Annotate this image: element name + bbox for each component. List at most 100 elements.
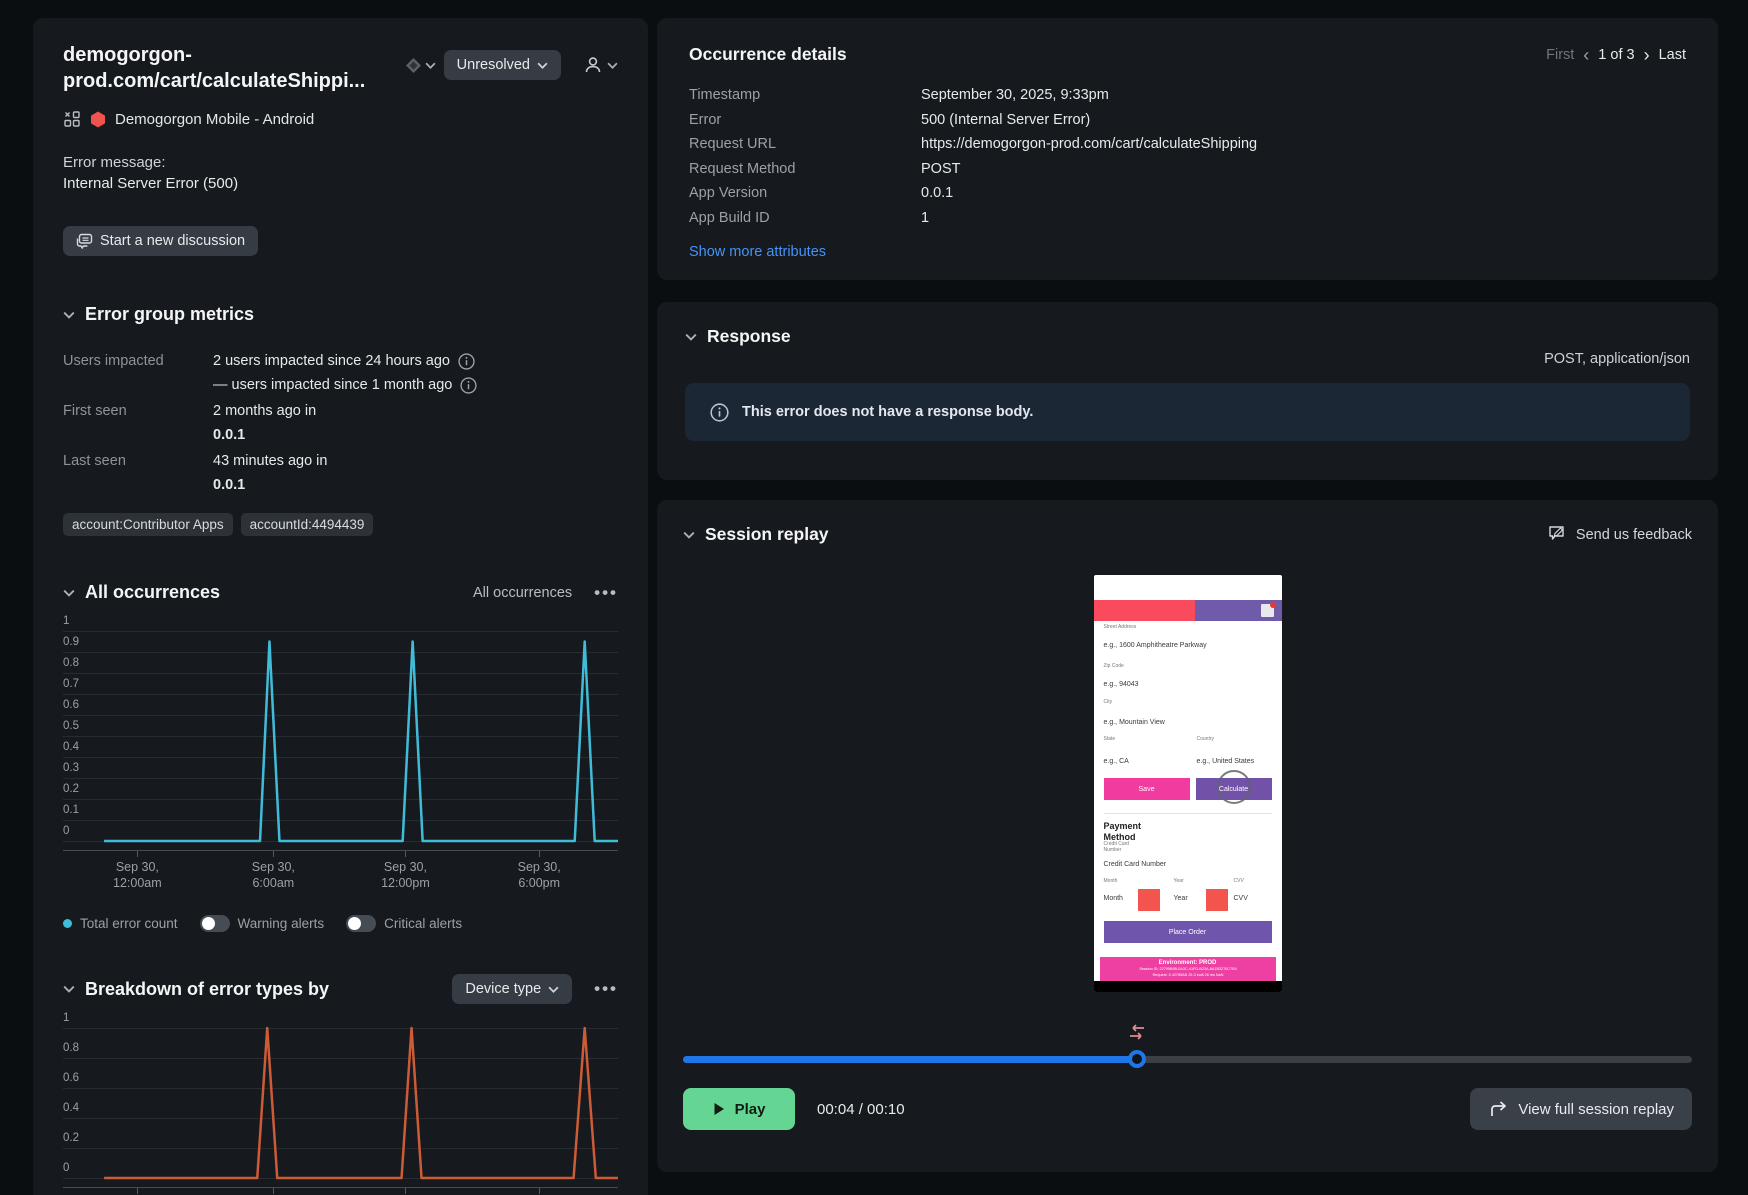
place-order-button-replay: Place Order — [1103, 921, 1272, 943]
month-swatch — [1137, 889, 1160, 911]
pagination-counter: 1 of 3 — [1598, 46, 1635, 63]
chevron-down-icon — [63, 985, 75, 993]
legend-warning-label: Warning alerts — [237, 916, 325, 931]
occurrence-pagination: First ‹ 1 of 3 › Last — [1546, 46, 1686, 64]
legend-total-error-count: Total error count — [63, 916, 178, 931]
replay-controls: Play 00:04 / 00:10 View full session rep… — [683, 1088, 1692, 1130]
legend-critical-alerts: Critical alerts — [346, 915, 462, 932]
info-icon[interactable] — [458, 352, 475, 370]
x-axis-label: Sep 30, 6:00pm — [517, 860, 561, 890]
occurrence-details-title: Occurrence details — [689, 44, 847, 64]
legend-dot-icon — [63, 919, 72, 928]
x-axis-tickmark — [137, 1188, 139, 1194]
attr-value: September 30, 2025, 9:33pm — [921, 87, 1109, 103]
network-event-marker[interactable] — [1128, 1024, 1146, 1045]
breakdown-section-header[interactable]: Breakdown of error types by — [63, 979, 452, 1000]
attr-value: 0.0.1 — [921, 185, 954, 201]
cvv-label: CVV — [1233, 878, 1244, 884]
occurrences-selector[interactable]: All occurrences — [473, 585, 572, 601]
attr-label: Request URL — [689, 136, 777, 152]
environment-banner: Environment: PROD Session ID: 22795B9B-0… — [1099, 957, 1276, 981]
jump-arrow-icon — [1491, 1101, 1507, 1116]
view-full-replay-button[interactable]: View full session replay — [1470, 1088, 1692, 1130]
critical-alerts-toggle[interactable] — [346, 915, 377, 932]
attr-label: App Version — [689, 185, 768, 201]
users-impacted-1m: — users impacted since 1 month ago — [213, 377, 453, 393]
y-axis-tick: 1 — [63, 615, 70, 627]
priority-selector[interactable] — [405, 57, 436, 73]
pagination-prev-icon[interactable]: ‹ — [1583, 46, 1589, 64]
replay-header-highlight — [1093, 600, 1195, 621]
chevron-down-icon — [63, 311, 75, 319]
error-group-icon — [64, 111, 80, 127]
pagination-first[interactable]: First — [1546, 47, 1574, 63]
tag-chips: account:Contributor Apps accountId:44944… — [63, 513, 618, 536]
page-title: demogorgon-prod.com/cart/calculateShippi… — [63, 44, 366, 92]
chevron-down-icon — [607, 62, 618, 69]
info-icon[interactable] — [460, 376, 478, 394]
x-axis — [63, 850, 618, 857]
attr-value: https://demogorgon-prod.com/cart/calcula… — [921, 136, 1258, 152]
assignee-selector[interactable] — [583, 55, 618, 75]
warning-alerts-toggle[interactable] — [199, 915, 230, 932]
last-seen-version: 0.0.1 — [213, 477, 246, 493]
phone-nav-bar — [1093, 981, 1282, 992]
timeline-handle[interactable] — [1128, 1050, 1147, 1068]
start-discussion-button[interactable]: Start a new discussion — [63, 226, 259, 256]
play-label: Play — [734, 1100, 766, 1118]
metrics-section-header[interactable]: Error group metrics — [63, 304, 618, 325]
more-menu-icon[interactable]: ••• — [594, 583, 618, 603]
all-occurrences-heading: All occurrences — [85, 582, 221, 602]
x-axis-tickmark — [273, 851, 275, 857]
response-heading: Response — [707, 326, 791, 346]
x-axis-label: Sep 30, 12:00pm — [381, 860, 430, 890]
status-dropdown[interactable]: Unresolved — [443, 50, 561, 80]
show-more-attributes-link[interactable]: Show more attributes — [689, 244, 826, 260]
x-axis-tickmark — [273, 1188, 275, 1194]
pagination-next-icon[interactable]: › — [1644, 46, 1650, 64]
chevron-down-icon — [537, 62, 548, 69]
x-axis — [63, 1187, 618, 1194]
cart-badge — [1269, 602, 1276, 608]
response-section-header[interactable]: Response — [685, 326, 1690, 347]
all-occurrences-section-header[interactable]: All occurrences — [63, 582, 473, 603]
attr-label: App Build ID — [689, 209, 770, 226]
tag-account-id[interactable]: accountId:4494439 — [240, 513, 374, 536]
start-discussion-label: Start a new discussion — [100, 233, 246, 249]
chevron-down-icon — [63, 589, 75, 597]
send-feedback-link[interactable]: Send us feedback — [1548, 525, 1692, 544]
device-type-dropdown[interactable]: Device type — [452, 974, 573, 1004]
x-axis-tickmark — [539, 851, 541, 857]
zip-label: Zip Code — [1103, 663, 1124, 669]
state-placeholder: e.g., CA — [1103, 758, 1129, 765]
status-label: Unresolved — [456, 57, 530, 73]
country-placeholder: e.g., United States — [1196, 758, 1255, 765]
person-icon — [585, 57, 601, 73]
zip-placeholder: e.g., 94043 — [1103, 681, 1139, 688]
play-button[interactable]: Play — [683, 1088, 795, 1130]
cvv-field: CVV — [1233, 895, 1248, 902]
metrics-heading: Error group metrics — [85, 304, 255, 324]
session-replay-section-header[interactable]: Session replay — [683, 524, 1548, 545]
error-summary-panel: demogorgon-prod.com/cart/calculateShippi… — [33, 18, 648, 1195]
users-impacted-label: Users impacted — [63, 353, 164, 369]
divider — [1103, 813, 1272, 814]
pagination-last[interactable]: Last — [1659, 47, 1686, 63]
empty-response-message: This error does not have a response body… — [742, 404, 1034, 420]
replay-timeline[interactable] — [683, 1024, 1692, 1068]
x-axis-labels: Sep 30, 12:00am Sep 30, 6:00am Sep 30, 12:00p… — [63, 859, 618, 895]
last-seen-value: 43 minutes ago in — [213, 453, 328, 469]
chevron-down-icon — [685, 333, 697, 341]
legend-total-label: Total error count — [80, 916, 178, 931]
session-replay-panel: Session replay Send us feedback Street A… — [657, 500, 1718, 1172]
save-button-replay: Save — [1103, 778, 1190, 800]
year-swatch — [1205, 889, 1228, 911]
tag-account[interactable]: account:Contributor Apps — [63, 513, 233, 536]
x-axis-tickmark — [137, 851, 139, 857]
more-menu-icon[interactable]: ••• — [594, 979, 618, 999]
session-id-line: Session ID: 22795B9B-0A3C-41FD-B23A-6A1B… — [1138, 967, 1237, 972]
attr-label: Timestamp — [689, 87, 761, 103]
chart-line — [63, 631, 618, 841]
y-axis-tick: 1 — [63, 1012, 70, 1024]
response-panel: Response POST, application/json This err… — [657, 302, 1718, 480]
